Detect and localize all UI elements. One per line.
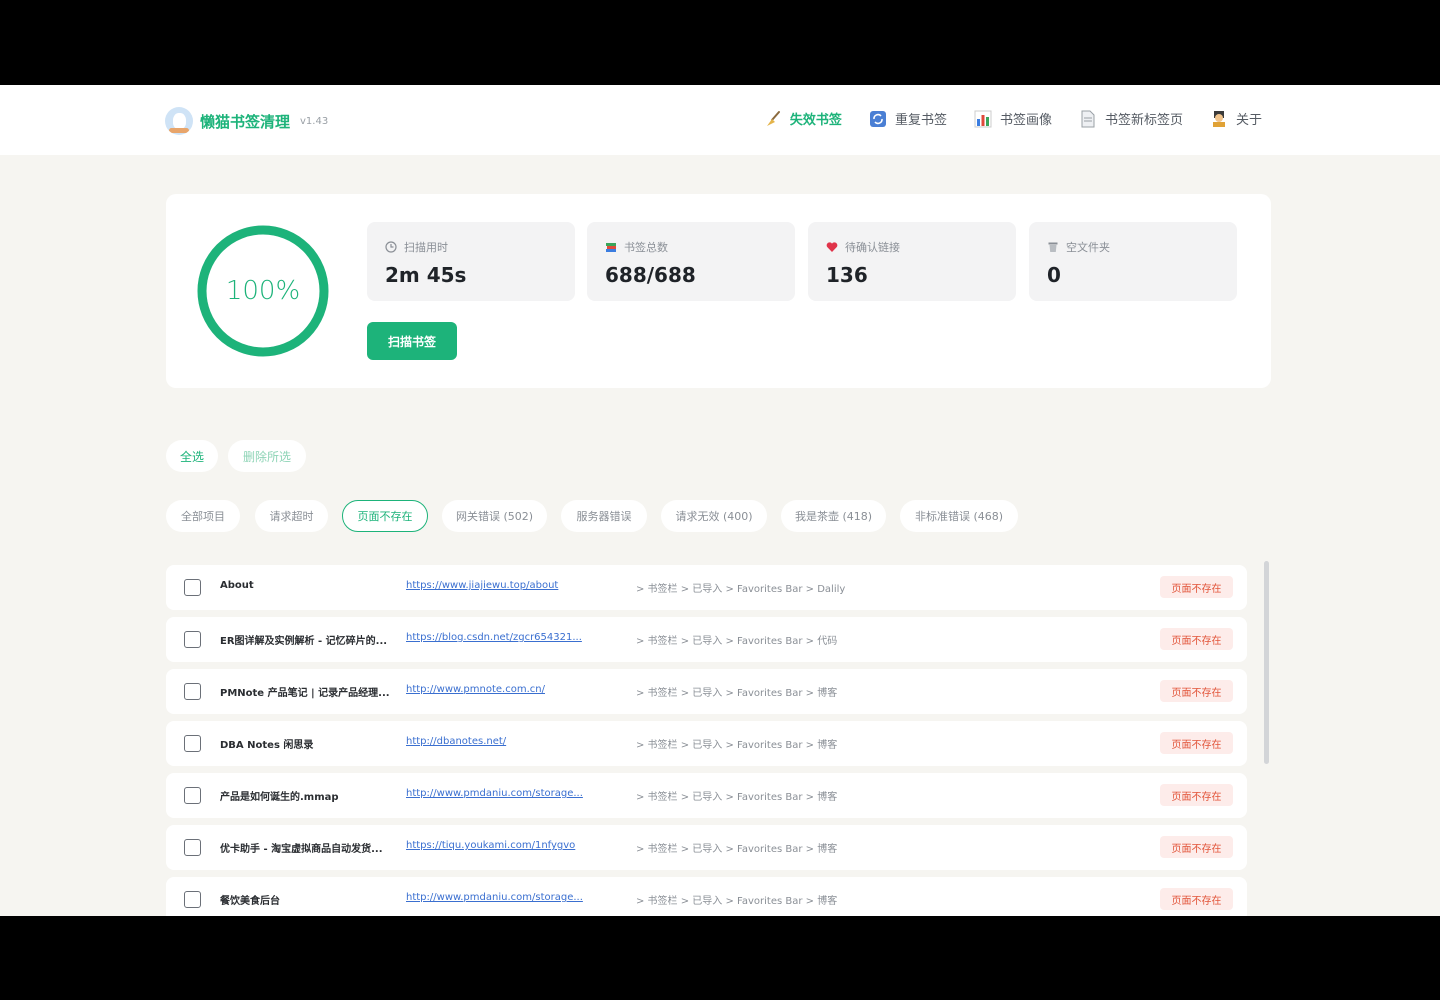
- stat-value: 0: [1047, 263, 1061, 287]
- bookmark-title: PMNote 产品笔记 | 记录产品经理...: [220, 688, 390, 699]
- stat-value: 2m 45s: [385, 263, 467, 287]
- broom-icon: [764, 110, 782, 128]
- bookmark-url[interactable]: https://blog.csdn.net/zgcr654321...: [406, 632, 584, 643]
- status-badge: 页面不存在: [1160, 628, 1233, 650]
- row-checkbox[interactable]: [184, 683, 201, 700]
- nav-invalid-bookmarks[interactable]: 失效书签: [764, 109, 842, 128]
- list-item: PMNote 产品笔记 | 记录产品经理... http://www.pmnot…: [166, 669, 1247, 714]
- app-version: v1.43: [300, 115, 329, 127]
- bookmark-folder-path: > 书签栏 > 已导入 > Favorites Bar > 博客: [636, 844, 838, 855]
- invalid-bookmark-list: About https://www.jiajiewu.top/about > 书…: [166, 565, 1247, 916]
- trash-icon: [1047, 241, 1059, 253]
- bookmark-title: ER图详解及实例解析 - 记忆碎片的...: [220, 636, 388, 647]
- stat-pending-links: 待确认链接 136: [808, 222, 1016, 301]
- stat-empty-folders: 空文件夹 0: [1029, 222, 1237, 301]
- status-badge: 页面不存在: [1160, 680, 1233, 702]
- bookmark-folder-path: > 书签栏 > 已导入 > Favorites Bar > 代码: [636, 636, 838, 647]
- nav-label: 失效书签: [789, 113, 842, 128]
- bookmark-title: DBA Notes 闲思录: [220, 740, 314, 751]
- bookmark-folder-path: > 书签栏 > 已导入 > Favorites Bar > 博客: [636, 688, 838, 699]
- row-checkbox[interactable]: [184, 631, 201, 648]
- clock-icon: [385, 241, 397, 253]
- bookmark-url[interactable]: https://tiqu.youkami.com/1nfygvo: [406, 840, 584, 851]
- nav-about[interactable]: 关于: [1210, 109, 1262, 128]
- scan-summary-card: 100% 扫描用时 2m 45s 书签总数 688/688 待确认链接 136 …: [166, 194, 1271, 388]
- bookmark-url[interactable]: http://dbanotes.net/: [406, 736, 584, 747]
- row-checkbox[interactable]: [184, 787, 201, 804]
- nav-duplicate-bookmarks[interactable]: 重复书签: [869, 109, 947, 128]
- stat-label: 待确认链接: [845, 241, 900, 254]
- refresh-icon: [869, 110, 887, 128]
- filter-all[interactable]: 全部项目: [166, 500, 240, 532]
- nav-new-tab-page[interactable]: 书签新标签页: [1079, 109, 1183, 128]
- bookmark-title: 优卡助手 - 淘宝虚拟商品自动发货...: [220, 844, 383, 855]
- app-screen: 懒猫书签清理 v1.43 失效书签 重复书签 书签画像 书签新标签页 关于 10…: [0, 85, 1440, 916]
- stat-label: 空文件夹: [1066, 241, 1110, 254]
- list-item: 餐饮美食后台 http://www.pmdaniu.com/storage...…: [166, 877, 1247, 916]
- app-name: 懒猫书签清理: [200, 112, 291, 131]
- list-item: 产品是如何诞生的.mmap http://www.pmdaniu.com/sto…: [166, 773, 1247, 818]
- top-bar: 懒猫书签清理 v1.43 失效书签 重复书签 书签画像 书签新标签页 关于: [0, 85, 1440, 155]
- stat-label: 书签总数: [624, 241, 668, 254]
- list-item: DBA Notes 闲思录 http://dbanotes.net/ > 书签栏…: [166, 721, 1247, 766]
- list-item: About https://www.jiajiewu.top/about > 书…: [166, 565, 1247, 610]
- scan-bookmarks-button[interactable]: 扫描书签: [367, 322, 457, 360]
- nav-label: 书签画像: [999, 113, 1052, 128]
- status-badge: 页面不存在: [1160, 732, 1233, 754]
- books-icon: [605, 241, 617, 253]
- filter-timeout[interactable]: 请求超时: [255, 500, 328, 532]
- row-checkbox[interactable]: [184, 735, 201, 752]
- row-checkbox[interactable]: [184, 579, 201, 596]
- delete-selected-button[interactable]: 删除所选: [228, 440, 306, 472]
- nav-label: 书签新标签页: [1104, 113, 1183, 128]
- filter-teapot[interactable]: 我是茶壶 (418): [781, 500, 886, 532]
- bookmark-folder-path: > 书签栏 > 已导入 > Favorites Bar > Dalily: [636, 584, 846, 595]
- filter-bad-gateway[interactable]: 网关错误 (502): [442, 500, 547, 532]
- status-badge: 页面不存在: [1160, 784, 1233, 806]
- list-item: ER图详解及实例解析 - 记忆碎片的... https://blog.csdn.…: [166, 617, 1247, 662]
- bookmark-title: 产品是如何诞生的.mmap: [220, 792, 339, 803]
- bookmark-url[interactable]: http://www.pmdaniu.com/storage...: [406, 788, 584, 799]
- stat-label: 扫描用时: [404, 241, 448, 254]
- page-icon: [1079, 110, 1097, 128]
- list-item: 优卡助手 - 淘宝虚拟商品自动发货... https://tiqu.youkam…: [166, 825, 1247, 870]
- bookmark-url[interactable]: http://www.pmnote.com.cn/: [406, 684, 584, 695]
- bookmark-folder-path: > 书签栏 > 已导入 > Favorites Bar > 博客: [636, 896, 838, 907]
- filter-nonstandard-error[interactable]: 非标准错误 (468): [900, 500, 1018, 532]
- status-badge: 页面不存在: [1160, 888, 1233, 910]
- filter-bad-request[interactable]: 请求无效 (400): [661, 500, 767, 532]
- row-checkbox[interactable]: [184, 891, 201, 908]
- filter-server-error[interactable]: 服务器错误: [561, 500, 647, 532]
- bookmark-folder-path: > 书签栏 > 已导入 > Favorites Bar > 博客: [636, 740, 838, 751]
- bar-chart-icon: [974, 110, 992, 128]
- filter-not-found[interactable]: 页面不存在: [342, 500, 428, 532]
- bookmark-title: 餐饮美食后台: [220, 896, 280, 907]
- status-badge: 页面不存在: [1160, 836, 1233, 858]
- stat-scan-time: 扫描用时 2m 45s: [367, 222, 575, 301]
- brand[interactable]: 懒猫书签清理 v1.43: [165, 107, 328, 135]
- status-badge: 页面不存在: [1160, 576, 1233, 598]
- progress-percent: 100%: [225, 276, 301, 306]
- bookmark-title: About: [220, 580, 254, 591]
- stat-value: 136: [826, 263, 868, 287]
- nav-label: 重复书签: [894, 113, 947, 128]
- nav-label: 关于: [1235, 113, 1262, 128]
- main-nav: 失效书签 重复书签 书签画像 书签新标签页 关于: [737, 109, 1262, 128]
- bookmark-url[interactable]: http://www.pmdaniu.com/storage...: [406, 892, 584, 903]
- select-all-button[interactable]: 全选: [166, 440, 218, 472]
- bookmark-url[interactable]: https://www.jiajiewu.top/about: [406, 580, 584, 591]
- row-checkbox[interactable]: [184, 839, 201, 856]
- list-scrollbar[interactable]: [1264, 561, 1269, 764]
- person-icon: [1210, 110, 1228, 128]
- heart-icon: [826, 241, 838, 253]
- stat-total-bookmarks: 书签总数 688/688: [587, 222, 795, 301]
- nav-bookmark-profile[interactable]: 书签画像: [974, 109, 1052, 128]
- cat-logo-icon: [165, 107, 193, 135]
- bookmark-folder-path: > 书签栏 > 已导入 > Favorites Bar > 博客: [636, 792, 838, 803]
- stat-value: 688/688: [605, 263, 696, 287]
